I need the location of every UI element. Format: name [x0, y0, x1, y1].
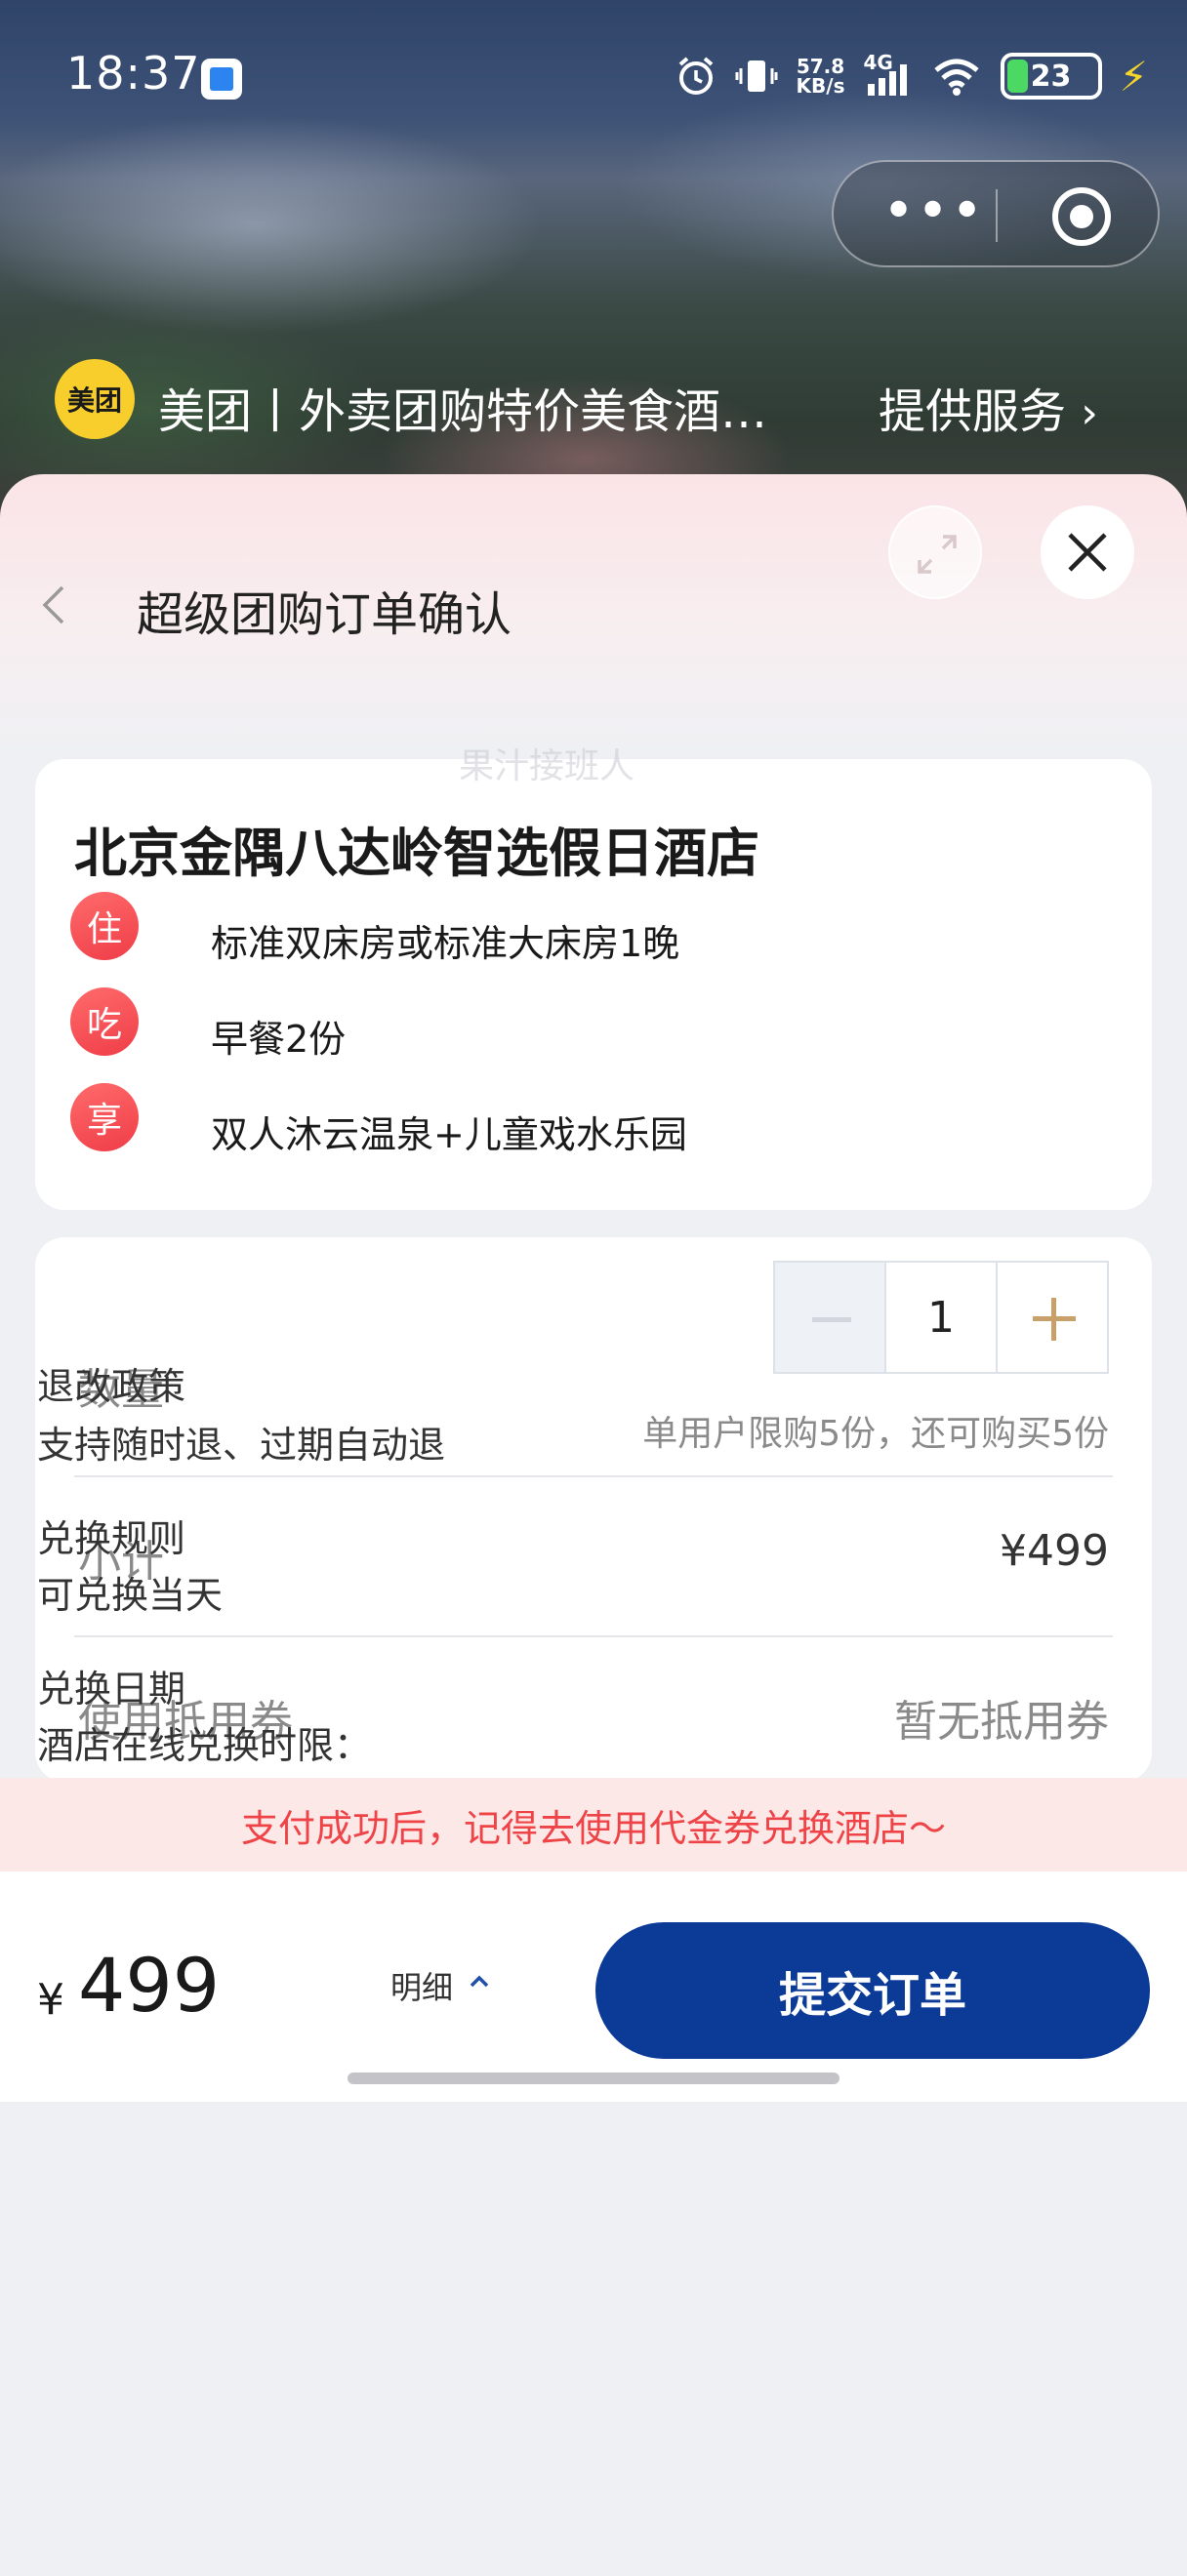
submit-order-button[interactable]: 提交订单 [595, 1922, 1150, 2059]
stay-badge-icon: 住 [70, 892, 139, 960]
hotel-name: 北京金隅八达岭智选假日酒店 [74, 823, 759, 884]
vibrate-icon [735, 60, 777, 92]
meal-badge-icon: 吃 [70, 987, 139, 1056]
payment-notice-text: 支付成功后，记得去使用代金券兑换酒店～ [240, 1806, 946, 1850]
increase-quantity-button[interactable] [996, 1261, 1109, 1374]
exchange-date-title: 兑换日期 [37, 1668, 186, 1711]
currency-symbol: ¥ [37, 1975, 64, 2025]
charging-icon: ⚡ [1119, 52, 1149, 101]
exchange-rule-text: 可兑换当天 [37, 1574, 224, 1617]
payment-notice-bar: 支付成功后，记得去使用代金券兑换酒店～ [0, 1778, 1187, 1872]
network-speed: 57.8 KB/s [796, 55, 845, 98]
exchange-date-text: 酒店在线兑换时限： [37, 1724, 372, 1767]
chevron-up-icon [470, 1975, 489, 1988]
back-button[interactable] [33, 576, 72, 634]
service-provider-link[interactable]: 提供服务 › [879, 373, 1098, 441]
feature-enjoy: 享 双人沐云温泉+儿童戏水乐园 [70, 1083, 1125, 1156]
quantity-value[interactable]: 1 [884, 1261, 998, 1374]
status-icons: 57.8 KB/s 4G 23 ⚡ [675, 47, 1149, 105]
wifi-icon [933, 59, 979, 96]
refund-policy-text: 支持随时退、过期自动退 [37, 1424, 446, 1467]
quantity-stepper: 1 [773, 1261, 1109, 1374]
chevron-left-icon [42, 585, 64, 624]
miniprogram-capsule: ••• [832, 160, 1160, 267]
battery-icon: 23 [1000, 53, 1102, 100]
feature-text: 标准双床房或标准大床房1晚 [211, 922, 680, 965]
price-detail-label: 明细 [390, 1969, 454, 2006]
miniprogram-title-row[interactable]: 美团 美团丨外卖团购特价美食酒… 提供服务 › [55, 359, 1148, 439]
price-detail-toggle[interactable]: 明细 [381, 1950, 508, 2008]
home-indicator [348, 2073, 839, 2084]
purchase-limit-note: 单用户限购5份，还可购买5份 [642, 1414, 1109, 1454]
service-provider-label: 提供服务 [879, 384, 1067, 439]
hotel-card: 北京金隅八达岭智选假日酒店 住 标准双床房或标准大床房1晚 吃 早餐2份 享 双… [35, 759, 1152, 1210]
refund-policy-title: 退改政策 [37, 1365, 186, 1408]
enjoy-badge-icon: 享 [70, 1083, 139, 1151]
subtotal-value: ¥499 [1000, 1526, 1109, 1576]
meituan-logo: 美团 [55, 359, 135, 439]
exchange-rule-title: 兑换规则 [37, 1517, 186, 1560]
decrease-quantity-button[interactable] [773, 1261, 886, 1374]
miniprogram-title: 美团丨外卖团购特价美食酒… [158, 384, 768, 439]
notification-app-icon [201, 59, 242, 100]
feature-text: 早餐2份 [211, 1018, 347, 1061]
capsule-divider [996, 189, 998, 242]
feature-meal: 吃 早餐2份 [70, 987, 1125, 1061]
status-time: 18:37 [66, 47, 201, 100]
status-bar: 18:37 57.8 KB/s 4G 23 ⚡ [0, 0, 1187, 146]
alarm-icon [678, 57, 713, 95]
expand-icon [918, 535, 957, 574]
close-miniprogram-icon[interactable] [1052, 187, 1111, 246]
close-button[interactable] [1041, 505, 1134, 599]
chevron-right-icon: › [1081, 388, 1098, 438]
more-icon[interactable]: ••• [882, 184, 983, 239]
order-detail-card: 数量 1 单用户限购5份，还可购买5份 小计 ¥499 使用抵用券 暂无抵用券 [35, 1237, 1152, 1782]
expand-button[interactable] [888, 505, 982, 599]
signal-icon: 4G [864, 51, 913, 98]
feature-stay: 住 标准双床房或标准大床房1晚 [70, 892, 1125, 965]
divider [74, 1475, 1113, 1477]
coupon-value: 暂无抵用券 [894, 1697, 1109, 1747]
total-price: 499 [78, 1942, 221, 2029]
feature-text: 双人沐云温泉+儿童戏水乐园 [211, 1113, 687, 1156]
close-icon [1068, 533, 1107, 572]
page-title: 超级团购订单确认 [137, 587, 512, 642]
checkout-bar: ¥ 499 明细 提交订单 [0, 1872, 1187, 2102]
watermark: 果汁接班人 [459, 746, 635, 786]
order-sheet: 超级团购订单确认 北京金隅八达岭智选假日酒店 住 标准双床房或标准大床房1晚 吃… [0, 474, 1187, 2576]
